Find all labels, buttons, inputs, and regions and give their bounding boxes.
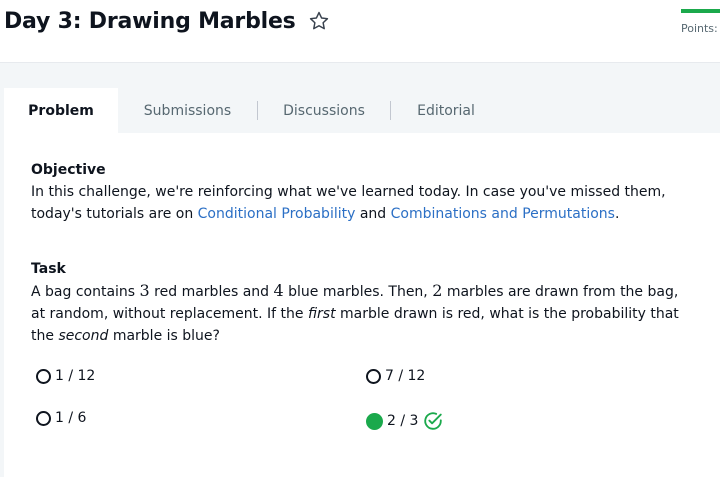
task-section: Task A bag contains 3 red marbles and 4 … [31,258,696,347]
option-1-12[interactable]: 1 / 12 [36,368,95,384]
tab-discussions[interactable]: Discussions [258,88,390,133]
math-number: 4 [273,281,284,300]
answer-options: 1 / 12 7 / 12 1 / 6 2 / 3 [36,368,686,458]
top-bar: Day 3: Drawing Marbles Points: [0,0,720,63]
radio-button-selected[interactable] [366,412,383,430]
objective-section: Objective In this challenge, we're reinf… [31,159,696,225]
star-icon[interactable] [308,10,330,32]
tab-problem[interactable]: Problem [4,88,118,133]
option-label: 1 / 6 [55,410,87,426]
problem-statement: Objective In this challenge, we're reinf… [31,159,696,347]
radio-button[interactable] [366,368,381,384]
check-circle-icon [422,410,444,432]
emphasis-text: second [58,328,109,344]
progress-bar [681,9,720,13]
objective-text: In this challenge, we're reinforcing wha… [31,181,696,225]
option-label: 2 / 3 [387,413,419,429]
problem-card: Objective In this challenge, we're reinf… [4,133,720,477]
emphasis-text: first [307,306,336,322]
challenge-title-row: Day 3: Drawing Marbles [4,4,330,38]
tab-editorial[interactable]: Editorial [391,88,501,133]
task-text: A bag contains 3 red marbles and 4 blue … [31,280,696,347]
combinations-permutations-link[interactable]: Combinations and Permutations [391,206,615,222]
task-text-part: blue marbles. Then, [283,284,433,300]
page-title: Day 3: Drawing Marbles [4,8,296,34]
task-text-part: marble is blue? [108,328,220,344]
objective-heading: Objective [31,162,106,178]
tab-bar: Problem Submissions Discussions Editoria… [4,88,720,133]
math-number: 3 [139,281,150,300]
task-heading: Task [31,261,66,277]
tab-submissions[interactable]: Submissions [118,88,257,133]
radio-button[interactable] [36,368,51,384]
radio-button[interactable] [36,410,51,426]
math-number: 2 [432,281,443,300]
objective-text-part: and [355,206,391,222]
objective-text-part: . [614,206,620,222]
option-label: 7 / 12 [385,368,426,384]
task-text-part: red marbles and [149,284,274,300]
task-text-part: A bag contains [31,284,140,300]
conditional-probability-link[interactable]: Conditional Probability [198,206,356,222]
points-label: Points: [681,22,718,35]
option-7-12[interactable]: 7 / 12 [366,368,425,384]
option-1-6[interactable]: 1 / 6 [36,410,86,426]
option-label: 1 / 12 [55,368,96,384]
option-2-3[interactable]: 2 / 3 [366,410,444,432]
